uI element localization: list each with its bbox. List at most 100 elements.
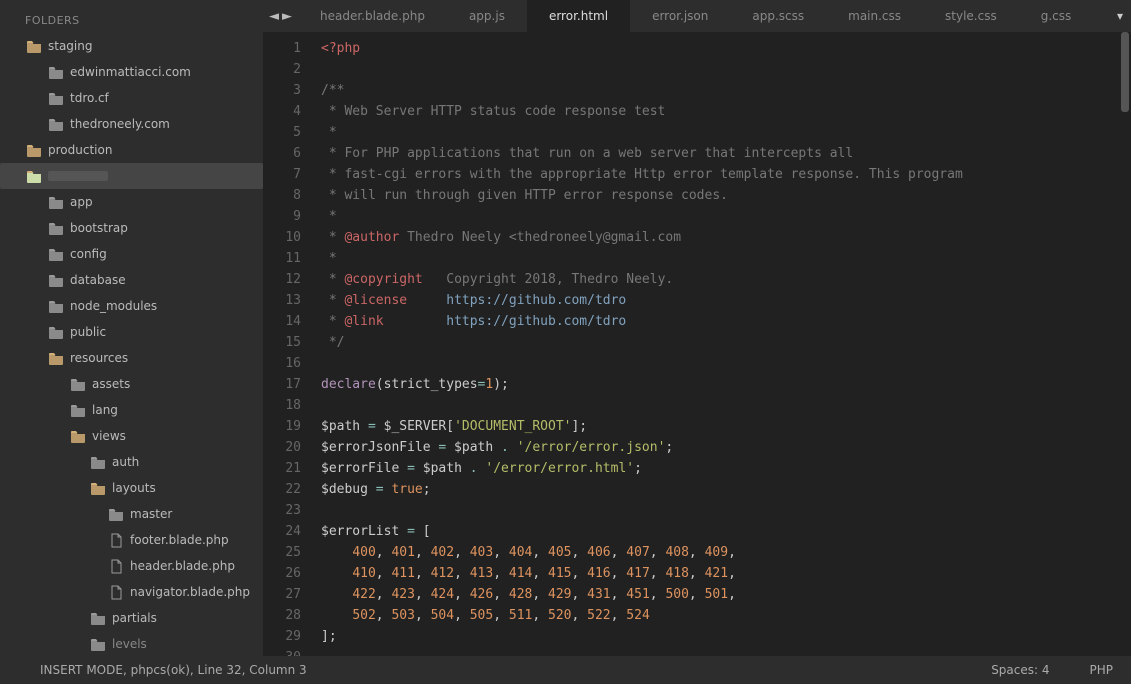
code-line[interactable]: /** [321,80,963,101]
tree-folder[interactable]: public [0,319,263,345]
code-line[interactable]: 400, 401, 402, 403, 404, 405, 406, 407, … [321,542,963,563]
code-line[interactable]: * @copyright Copyright 2018, Thedro Neel… [321,269,963,290]
tree-folder[interactable]: partials [0,605,263,631]
status-spaces[interactable]: Spaces: 4 [991,663,1049,677]
code-line[interactable]: * will run through given HTTP error resp… [321,185,963,206]
code-line[interactable]: ]; [321,626,963,647]
line-number: 10 [263,227,301,248]
vertical-scrollbar[interactable] [1121,32,1131,652]
folder-icon [90,611,106,625]
code-line[interactable] [321,395,963,416]
code-line[interactable]: 502, 503, 504, 505, 511, 520, 522, 524 [321,605,963,626]
tab[interactable]: app.scss [730,0,826,32]
tab-prev-icon[interactable]: ◄ [269,9,279,24]
tree-folder[interactable]: app [0,189,263,215]
tab[interactable]: style.css [923,0,1019,32]
tree-folder[interactable]: auth [0,449,263,475]
tab[interactable]: g.css [1019,0,1094,32]
code-line[interactable]: declare(strict_types=1); [321,374,963,395]
code-line[interactable]: * @link https://github.com/tdro [321,311,963,332]
tree-file[interactable]: navigator.blade.php [0,579,263,605]
tree-item-label: edwinmattiacci.com [70,65,191,79]
tree-folder[interactable]: lang [0,397,263,423]
folder-icon [70,403,86,417]
folder-icon [48,91,64,105]
code-line[interactable]: * Web Server HTTP status code response t… [321,101,963,122]
tree-folder[interactable]: layouts [0,475,263,501]
line-number: 1 [263,38,301,59]
code-line[interactable]: * [321,122,963,143]
tree-folder[interactable]: production [0,137,263,163]
status-left: INSERT MODE, phpcs(ok), Line 32, Column … [40,663,307,677]
code-line[interactable]: 422, 423, 424, 426, 428, 429, 431, 451, … [321,584,963,605]
code-line[interactable]: <?php [321,38,963,59]
line-number: 21 [263,458,301,479]
line-number: 12 [263,269,301,290]
tree-item-label: assets [92,377,130,391]
code-line[interactable]: $path = $_SERVER['DOCUMENT_ROOT']; [321,416,963,437]
tree-item-label: tdro.cf [70,91,109,105]
tree-file[interactable]: header.blade.php [0,553,263,579]
tree-folder[interactable]: assets [0,371,263,397]
tab-label: error.json [652,9,708,23]
tab[interactable]: error.json [630,0,730,32]
tab[interactable]: app.js [447,0,527,32]
code-line[interactable]: * fast-cgi errors with the appropriate H… [321,164,963,185]
tree-item-label: resources [70,351,128,365]
tree-item-label: staging [48,39,92,53]
line-number: 28 [263,605,301,626]
tree-folder[interactable] [0,163,263,189]
code-line[interactable]: * [321,206,963,227]
tab[interactable]: error.html [527,0,630,32]
code-line[interactable]: * @author Thedro Neely <thedroneely@gmai… [321,227,963,248]
tree-folder[interactable]: thedroneely.com [0,111,263,137]
code-line[interactable]: */ [321,332,963,353]
tab[interactable]: header.blade.php [298,0,447,32]
tree-folder[interactable]: config [0,241,263,267]
code-line[interactable] [321,500,963,521]
tree-folder[interactable]: database [0,267,263,293]
tree-folder[interactable]: resources [0,345,263,371]
code-line[interactable]: 410, 411, 412, 413, 414, 415, 416, 417, … [321,563,963,584]
tree-file[interactable]: footer.blade.php [0,527,263,553]
code-line[interactable]: $errorFile = $path . '/error/error.html'… [321,458,963,479]
tree-item-label: layouts [112,481,156,495]
tree-folder[interactable]: tdro.cf [0,85,263,111]
tree-folder[interactable]: edwinmattiacci.com [0,59,263,85]
code-line[interactable]: $debug = true; [321,479,963,500]
tree-folder[interactable]: levels [0,631,263,656]
code-line[interactable]: * [321,248,963,269]
tab-label: app.scss [752,9,804,23]
folder-open-icon [48,351,64,365]
folder-icon [48,117,64,131]
line-number: 18 [263,395,301,416]
code-line[interactable]: $errorJsonFile = $path . '/error/error.j… [321,437,963,458]
code-line[interactable]: * @license https://github.com/tdro [321,290,963,311]
tree-folder[interactable]: master [0,501,263,527]
tab-label: main.css [848,9,901,23]
code-line[interactable]: $errorList = [ [321,521,963,542]
status-language[interactable]: PHP [1090,663,1114,677]
tree-folder[interactable]: staging [0,33,263,59]
tree-item-label: footer.blade.php [130,533,229,547]
sidebar: FOLDERS stagingedwinmattiacci.comtdro.cf… [0,0,263,656]
tab-next-icon[interactable]: ► [282,9,292,24]
code-line[interactable]: * For PHP applications that run on a web… [321,143,963,164]
code-line[interactable] [321,353,963,374]
tree-folder[interactable]: views [0,423,263,449]
tab-label: g.css [1041,9,1072,23]
line-number: 29 [263,626,301,647]
code-line[interactable] [321,59,963,80]
code-editor[interactable]: 1234567891011121314151617181920212223242… [263,32,1131,656]
code-content[interactable]: <?php /** * Web Server HTTP status code … [311,32,963,656]
line-number: 20 [263,437,301,458]
tab-overflow-icon[interactable]: ▾ [1109,0,1131,32]
tab[interactable]: main.css [826,0,923,32]
tree-item-label: header.blade.php [130,559,235,573]
folder-open-icon [26,39,42,53]
scrollbar-thumb[interactable] [1121,32,1129,112]
code-line[interactable] [321,647,963,656]
tree-folder[interactable]: bootstrap [0,215,263,241]
file-tree: staging edwinmattiacci.com tdro.cf thedrone… [0,33,263,656]
tree-folder[interactable]: node_modules [0,293,263,319]
